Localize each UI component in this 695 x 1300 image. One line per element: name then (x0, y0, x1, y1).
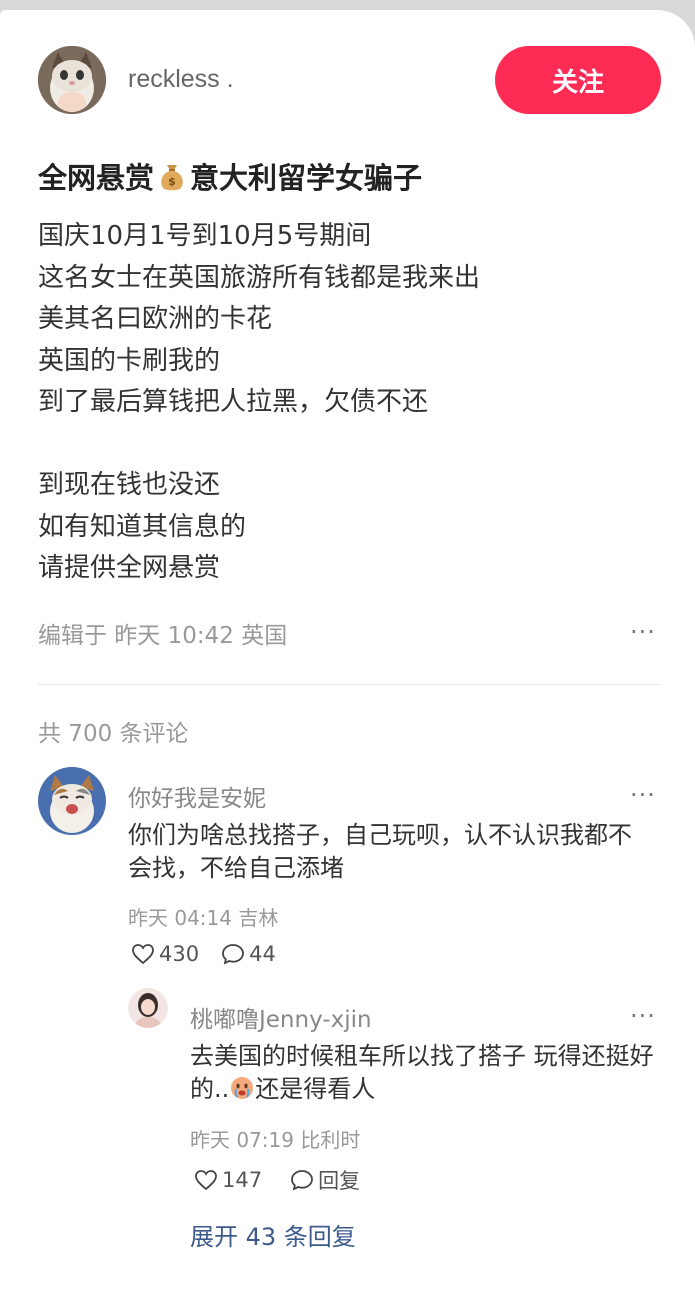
commenter-name[interactable]: 你好我是安妮 (128, 779, 266, 813)
author-name[interactable]: reckless . (128, 65, 234, 94)
author-avatar[interactable] (38, 46, 106, 114)
comment-text: 你们为啥总找搭子，自己玩呗，认不认识我都不会找，不给自己添堵 (128, 821, 632, 882)
post-body-line: 这名女士在英国旅游所有钱都是我来出 (38, 262, 481, 293)
reply-button[interactable]: 44 (221, 942, 276, 966)
reply-text-part-2: 还是得看人 (255, 1075, 376, 1103)
like-button[interactable]: 147 (194, 1168, 262, 1192)
post-more-icon[interactable]: ··· (630, 620, 656, 644)
cat-avatar-image (38, 46, 106, 114)
post-title: 全网悬赏 $ 意大利留学女骗子 (38, 155, 422, 197)
comment-bubble-icon (222, 944, 244, 965)
comment-meta: 昨天 04:14 吉林 (128, 906, 279, 930)
post-card: reckless . 关注 全网悬赏 $ 意大利留学女骗子 国庆10月1号到10… (0, 10, 695, 1300)
post-body-line: 国庆10月1号到10月5号期间 (38, 221, 372, 251)
post-body-line: 美其名曰欧洲的卡花 (38, 304, 273, 334)
replier-name[interactable]: 桃嘟噜Jenny-xjin (190, 1000, 372, 1034)
money-bag-icon: $ (161, 165, 183, 191)
reply-label: 回复 (318, 1169, 361, 1193)
reply-meta: 昨天 07:19 比利时 (190, 1128, 361, 1152)
expand-replies-link[interactable]: 展开 43 条回复 (190, 1217, 356, 1252)
post-edit-meta: 编辑于 昨天 10:42 英国 (38, 623, 288, 649)
reply-item: 桃嘟噜Jenny-xjin ··· 去美国的时候租车所以找了搭子 玩得还挺好的.… (128, 988, 661, 1198)
replier-avatar[interactable] (128, 988, 168, 1028)
reply-text: 去美国的时候租车所以找了搭子 玩得还挺好的.. 还是得看人 (190, 1040, 660, 1106)
cat-avatar-image (38, 767, 106, 835)
reply-count: 44 (249, 942, 276, 966)
heart-icon (195, 1170, 217, 1191)
comment-bubble-icon (291, 1170, 313, 1191)
post-body-line: 到了最后算钱把人拉黑，欠债不还 (38, 387, 429, 417)
post-body-line: 到现在钱也没还 (38, 470, 221, 500)
heart-icon (132, 944, 154, 965)
reply-actions: 147 回复 (194, 1165, 360, 1195)
comment-actions: 430 44 (131, 942, 276, 966)
post-header: reckless . 关注 (38, 46, 661, 116)
crying-face-icon (231, 1077, 254, 1099)
comment-count: 共 700 条评论 (38, 721, 189, 747)
post-body-line: 如有知道其信息的 (38, 511, 247, 542)
follow-button[interactable]: 关注 (495, 46, 661, 114)
svg-text:$: $ (168, 175, 176, 188)
profile-photo-image (128, 988, 168, 1028)
post-body-line: 英国的卡刷我的 (38, 345, 221, 376)
like-count: 430 (159, 942, 200, 966)
reply-more-icon[interactable]: ··· (630, 1004, 656, 1028)
reply-button[interactable]: 回复 (290, 1165, 360, 1195)
like-count: 147 (222, 1168, 263, 1192)
divider (38, 684, 661, 685)
post-title-part-1: 全网悬赏 (38, 161, 155, 195)
comment-more-icon[interactable]: ··· (630, 783, 656, 807)
post-body-line: 请提供全网悬赏 (38, 553, 221, 583)
post-body: 国庆10月1号到10月5号期间 这名女士在英国旅游所有钱都是我来出 美其名曰欧洲… (38, 216, 658, 590)
post-title-part-2: 意大利留学女骗子 (190, 161, 423, 195)
comment-item: 你好我是安妮 ··· 你们为啥总找搭子，自己玩呗，认不认识我都不会找，不给自己添… (38, 767, 661, 977)
like-button[interactable]: 430 (131, 942, 199, 966)
commenter-avatar[interactable] (38, 767, 106, 835)
